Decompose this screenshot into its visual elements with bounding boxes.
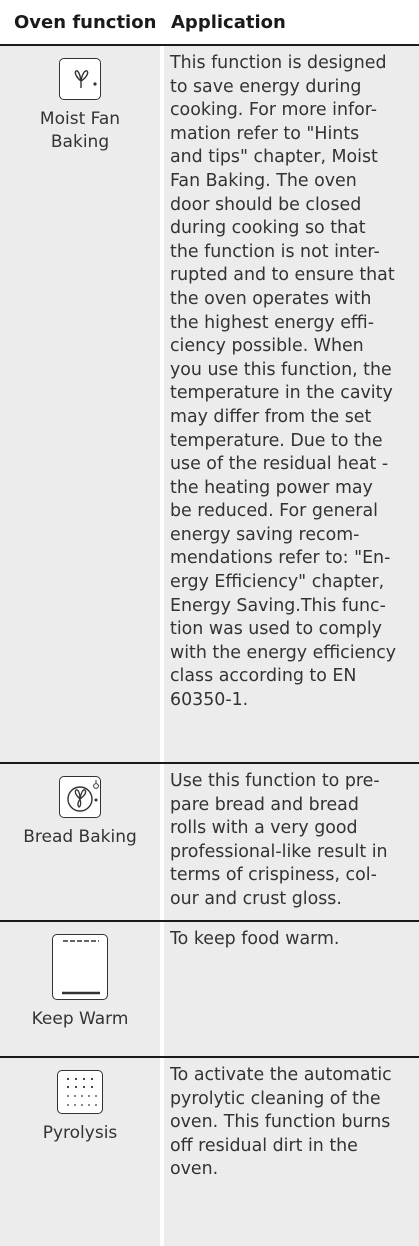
text-line: mendations refer to: "En- [170, 548, 391, 569]
table-row: Moist Fan Baking This function is design… [0, 46, 419, 764]
text-line: temperature in the cavity [170, 383, 393, 404]
text-line: and tips" chapter, Moist [170, 147, 378, 168]
text-line: use of the residual heat - [170, 454, 389, 475]
text-line: cooking. For more infor- [170, 100, 378, 121]
table-row: Keep Warm To keep food warm. [0, 922, 419, 1058]
text-line: ergy Efficiency" chapter, [170, 572, 385, 593]
header-oven-function: Oven function [14, 11, 157, 33]
text-line: during cooking so that [170, 218, 366, 239]
function-cell: Bread Baking [0, 764, 160, 920]
moist-fan-icon [59, 58, 101, 100]
text-line: the oven operates with [170, 288, 372, 309]
text-line: Fan Baking. The oven [170, 170, 357, 191]
application-cell: Use this function to pre- pare bread and… [160, 764, 419, 920]
text-line: the function is not inter- [170, 241, 380, 262]
text-line: oven. This function burns [170, 1112, 391, 1133]
table-row: Bread Baking Use this function to pre- p… [0, 764, 419, 922]
application-cell: To activate the automatic pyrolytic clea… [160, 1058, 419, 1246]
pyrolysis-icon [57, 1070, 103, 1114]
text-line: 60350-1. [170, 690, 249, 711]
text-line: To keep food warm. [170, 929, 340, 949]
text-line: with the energy efficiency [170, 642, 397, 663]
text-line: you use this function, the [170, 359, 392, 380]
application-cell: To keep food warm. [160, 922, 419, 1056]
text-line: our and crust gloss. [170, 888, 342, 909]
text-line: off residual dirt in the [170, 1135, 358, 1156]
header-application: Application [171, 11, 286, 33]
text-line: This function is designed [170, 53, 387, 73]
function-name: Bread Baking [23, 827, 137, 847]
text-line: class according to EN [170, 666, 357, 687]
text-line: mation refer to "Hints [170, 123, 360, 144]
function-cell: Pyrolysis [0, 1058, 160, 1246]
application-cell: This function is designed to save energy… [160, 46, 419, 762]
text-line: pyrolytic cleaning of the [170, 1088, 381, 1109]
text-line: energy saving recom- [170, 524, 360, 545]
bread-baking-icon [59, 776, 101, 818]
oven-functions-table: Oven function Application Moist Fan Baki… [0, 0, 419, 1246]
text-line: To activate the automatic [170, 1065, 392, 1085]
function-name: Keep Warm [31, 1009, 129, 1029]
text-line: rupted and to ensure that [170, 265, 395, 286]
text-line: Use this function to pre- [170, 771, 380, 791]
table-header: Oven function Application [0, 0, 419, 46]
text-line: to save energy during [170, 76, 362, 97]
text-line: the heating power may [170, 477, 373, 498]
text-line: tion was used to comply [170, 619, 382, 640]
text-line: rolls with a very good [170, 818, 358, 839]
table-row: Pyrolysis To activate the automatic pyro… [0, 1058, 419, 1246]
text-line: terms of crispiness, col- [170, 865, 377, 886]
text-line: the highest energy effi- [170, 312, 375, 333]
keep-warm-icon [52, 934, 108, 1000]
text-line: oven. [170, 1159, 219, 1180]
function-name: Moist Fan Baking [39, 109, 121, 152]
function-cell: Keep Warm [0, 922, 160, 1056]
text-line: be reduced. For general [170, 501, 378, 522]
function-name: Pyrolysis [42, 1123, 118, 1143]
text-line: ciency possible. When [170, 336, 364, 357]
text-line: pare bread and bread [170, 794, 359, 815]
function-cell: Moist Fan Baking [0, 46, 160, 762]
text-line: Energy Saving.This func- [170, 595, 386, 616]
text-line: may differ from the set [170, 406, 372, 427]
text-line: temperature. Due to the [170, 430, 383, 451]
text-line: door should be closed [170, 194, 362, 215]
text-line: professional-like result in [170, 841, 388, 862]
